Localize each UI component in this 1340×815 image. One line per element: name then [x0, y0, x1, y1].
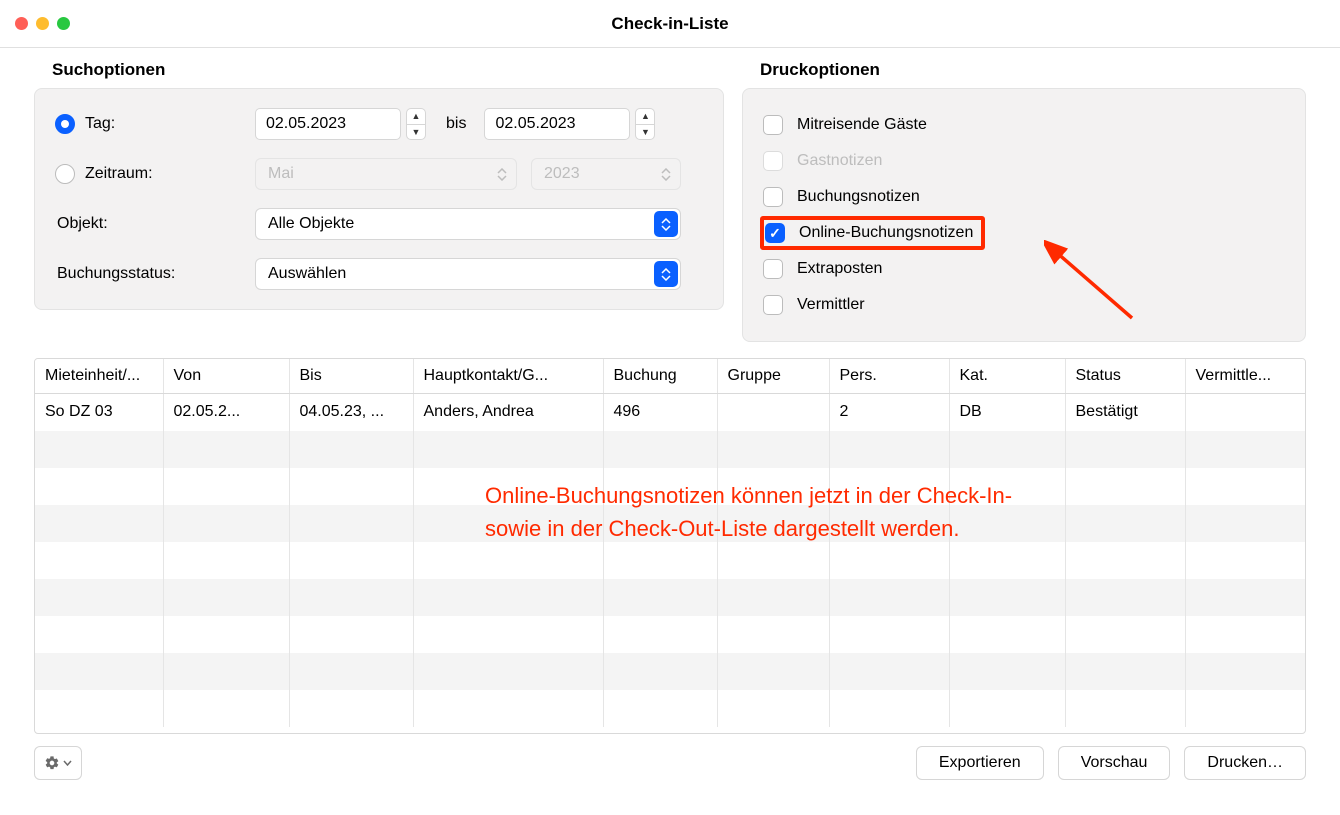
- extraposten-label: Extraposten: [797, 260, 882, 278]
- cell-status: Bestätigt: [1065, 394, 1185, 431]
- vermittler-label: Vermittler: [797, 296, 865, 314]
- radio-zeitraum[interactable]: [55, 164, 75, 184]
- date-to-stepper[interactable]: ▲ ▼: [635, 108, 655, 140]
- cell-hauptkontakt: Anders, Andrea: [413, 394, 603, 431]
- window-title: Check-in-Liste: [0, 14, 1340, 34]
- cell-pers: 2: [829, 394, 949, 431]
- table-row: [35, 579, 1305, 616]
- table-row: [35, 653, 1305, 690]
- date-to-input[interactable]: 02.05.2023: [484, 108, 630, 140]
- search-options-section: Suchoptionen Tag: 02.05.2023 ▲ ▼ bis 02.…: [34, 60, 724, 342]
- mitreisende-label: Mitreisende Gäste: [797, 116, 927, 134]
- cell-gruppe: [717, 394, 829, 431]
- updown-icon: [654, 211, 678, 237]
- cell-vermittler: [1185, 394, 1305, 431]
- maximize-window-icon[interactable]: [57, 17, 70, 30]
- col-von[interactable]: Von: [163, 359, 289, 394]
- updown-icon: [654, 261, 678, 287]
- cell-mieteinheit: So DZ 03: [35, 394, 163, 431]
- close-window-icon[interactable]: [15, 17, 28, 30]
- buchungsnotizen-label: Buchungsnotizen: [797, 188, 920, 206]
- month-select: Mai: [255, 158, 517, 190]
- cell-kat: DB: [949, 394, 1065, 431]
- zeitraum-label: Zeitraum:: [85, 165, 153, 183]
- date-from-stepper[interactable]: ▲ ▼: [406, 108, 426, 140]
- export-button[interactable]: Exportieren: [916, 746, 1044, 780]
- cell-von: 02.05.2...: [163, 394, 289, 431]
- table-row: [35, 505, 1305, 542]
- bis-label: bis: [446, 115, 466, 133]
- col-buchung[interactable]: Buchung: [603, 359, 717, 394]
- settings-menu-button[interactable]: [34, 746, 82, 780]
- col-bis[interactable]: Bis: [289, 359, 413, 394]
- print-options-section: Druckoptionen Mitreisende Gäste Gastnoti…: [742, 60, 1306, 342]
- preview-button[interactable]: Vorschau: [1058, 746, 1171, 780]
- col-hauptkontakt[interactable]: Hauptkontakt/G...: [413, 359, 603, 394]
- print-button[interactable]: Drucken…: [1184, 746, 1306, 780]
- titlebar: Check-in-Liste: [0, 0, 1340, 48]
- highlight-annotation: Online-Buchungsnotizen: [760, 216, 985, 250]
- col-status[interactable]: Status: [1065, 359, 1185, 394]
- col-kat[interactable]: Kat.: [949, 359, 1065, 394]
- col-vermittler[interactable]: Vermittle...: [1185, 359, 1305, 394]
- chevron-down-icon[interactable]: ▼: [407, 125, 425, 140]
- col-pers[interactable]: Pers.: [829, 359, 949, 394]
- print-options-title: Druckoptionen: [760, 60, 1306, 80]
- gastnotizen-label: Gastnotizen: [797, 152, 882, 170]
- table-row[interactable]: So DZ 03 02.05.2... 04.05.23, ... Anders…: [35, 394, 1305, 431]
- table-row: [35, 690, 1305, 727]
- radio-tag[interactable]: [55, 114, 75, 134]
- gear-icon: [44, 755, 60, 771]
- tag-label: Tag:: [85, 115, 115, 133]
- checkbox-mitreisende[interactable]: [763, 115, 783, 135]
- chevron-up-icon[interactable]: ▲: [636, 109, 654, 125]
- updown-icon: [654, 161, 678, 187]
- table-row: [35, 542, 1305, 579]
- minimize-window-icon[interactable]: [36, 17, 49, 30]
- objekt-select[interactable]: Alle Objekte: [255, 208, 681, 240]
- chevron-down-icon[interactable]: ▼: [636, 125, 654, 140]
- online-buchungsnotizen-label: Online-Buchungsnotizen: [799, 224, 973, 242]
- chevron-down-icon: [63, 760, 72, 766]
- traffic-lights: [15, 17, 70, 30]
- checkbox-gastnotizen: [763, 151, 783, 171]
- table-row: [35, 468, 1305, 505]
- table-header-row: Mieteinheit/... Von Bis Hauptkontakt/G..…: [35, 359, 1305, 394]
- table-row: [35, 431, 1305, 468]
- status-label: Buchungsstatus:: [55, 265, 255, 283]
- footer: Exportieren Vorschau Drucken…: [0, 734, 1340, 780]
- status-select[interactable]: Auswählen: [255, 258, 681, 290]
- search-options-title: Suchoptionen: [52, 60, 724, 80]
- table-row: [35, 616, 1305, 653]
- year-select: 2023: [531, 158, 681, 190]
- updown-icon: [490, 161, 514, 187]
- checkbox-online-buchungsnotizen[interactable]: [765, 223, 785, 243]
- checkbox-vermittler[interactable]: [763, 295, 783, 315]
- col-gruppe[interactable]: Gruppe: [717, 359, 829, 394]
- cell-bis: 04.05.23, ...: [289, 394, 413, 431]
- checkbox-buchungsnotizen[interactable]: [763, 187, 783, 207]
- chevron-up-icon[interactable]: ▲: [407, 109, 425, 125]
- results-table: Mieteinheit/... Von Bis Hauptkontakt/G..…: [34, 358, 1306, 734]
- date-from-input[interactable]: 02.05.2023: [255, 108, 401, 140]
- checkbox-extraposten[interactable]: [763, 259, 783, 279]
- col-mieteinheit[interactable]: Mieteinheit/...: [35, 359, 163, 394]
- cell-buchung: 496: [603, 394, 717, 431]
- objekt-label: Objekt:: [55, 215, 255, 233]
